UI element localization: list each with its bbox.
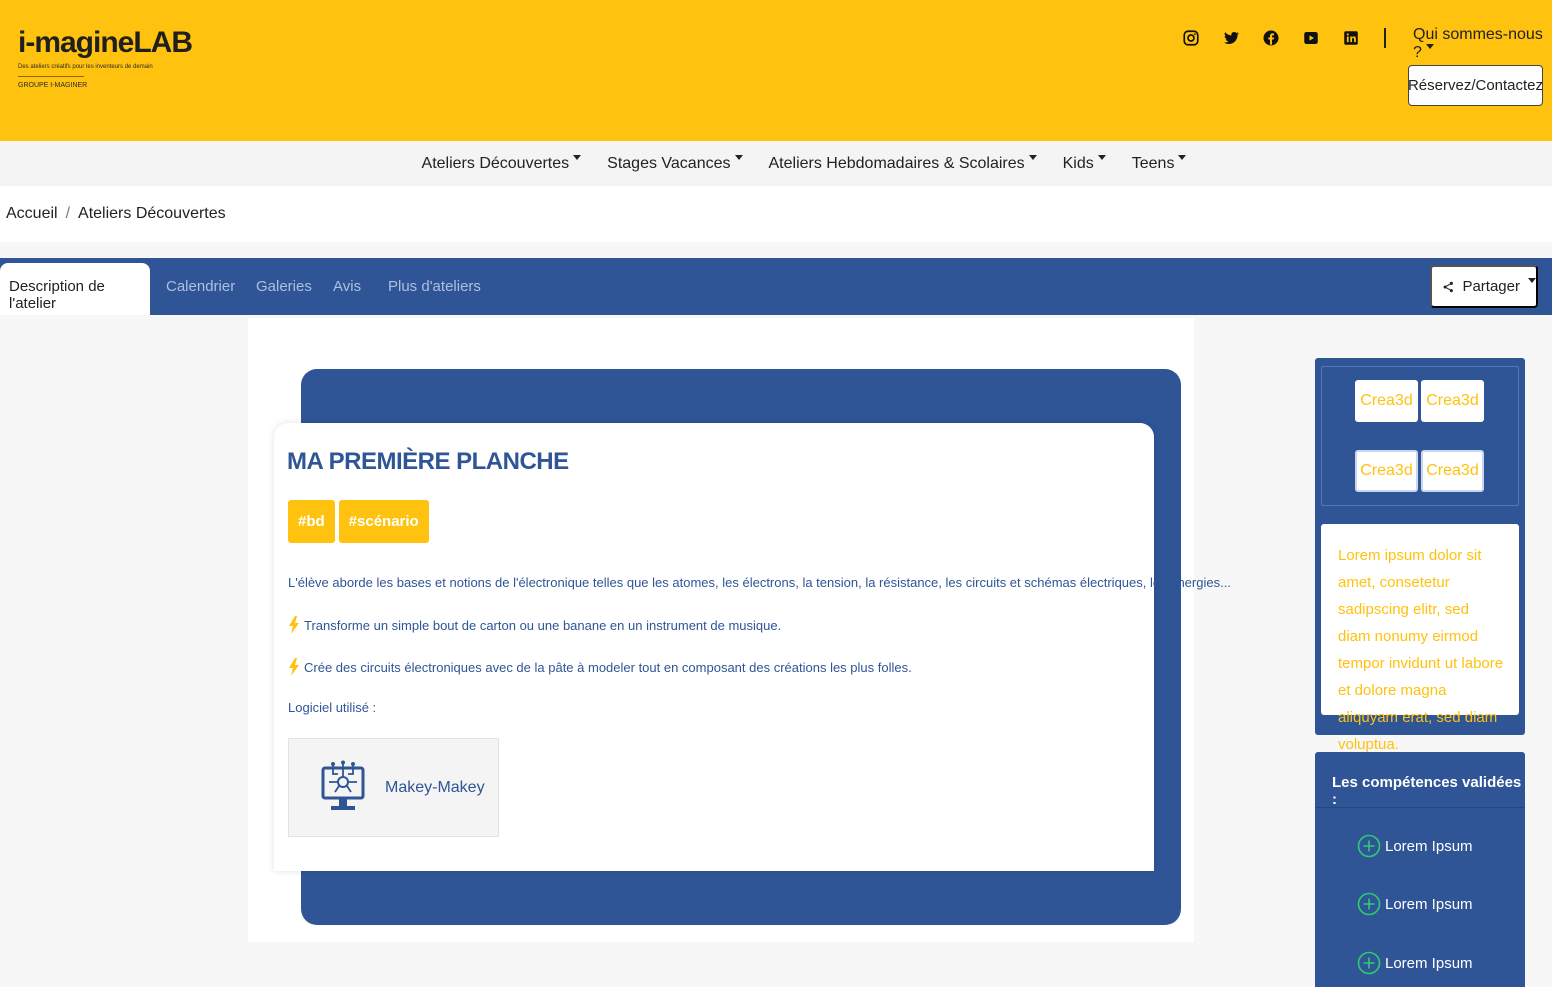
bullet-text: Crée des circuits électroniques avec de … [304,659,912,675]
tag-badge[interactable]: #bd [288,500,335,543]
skills-divider [1315,807,1525,808]
partner-logo[interactable]: Crea3d [1355,380,1418,422]
top-header: i-magineLAB Des ateliers créatifs pour l… [0,0,1552,141]
header-separator [1384,28,1386,48]
computer-circuit-icon [321,760,365,810]
linkedin-icon[interactable] [1340,27,1362,49]
tab-avis[interactable]: Avis [333,278,361,295]
nav-item-kids[interactable]: Kids [1063,155,1106,173]
nav-item-ateliers-decouvertes[interactable]: Ateliers Découvertes [422,155,582,173]
list-item: Crée des circuits électroniques avec de … [288,658,912,676]
nav-item-ateliers-hebdomadaires[interactable]: Ateliers Hebdomadaires & Scolaires [769,155,1037,173]
bullet-text: Transforme un simple bout de carton ou u… [304,617,782,633]
nav-item-teens[interactable]: Teens [1132,155,1187,173]
share-label: Partager [1462,278,1520,295]
share-icon [1443,281,1453,292]
plus-circle-icon [1357,834,1381,858]
chevron-down-icon [1425,44,1434,50]
workshop-title: MA PREMIÈRE PLANCHE [287,448,569,475]
skill-item: Lorem Ipsum [1357,892,1473,916]
skill-label: Lorem Ipsum [1385,895,1473,913]
sidebar-text: Lorem ipsum dolor sit amet, consetetur s… [1321,524,1519,753]
tag-badge[interactable]: #scénario [338,500,429,543]
software-card[interactable]: Makey-Makey [288,738,499,837]
chevron-down-icon [734,154,743,160]
logo-tagline: Des ateliers créatifs pour les inventeur… [18,64,153,70]
nav-item-stages-vacances[interactable]: Stages Vacances [607,154,743,173]
nav-item-label: Ateliers Hebdomadaires & Scolaires [768,154,1025,172]
tab-plus-ateliers[interactable]: Plus d'ateliers [388,278,481,295]
chevron-down-icon [1097,154,1106,160]
logo-group: GROUPE I-MAGINER [18,82,88,89]
facebook-icon[interactable] [1260,27,1282,49]
breadcrumb-current: Ateliers Découvertes [78,205,226,222]
skill-item: Lorem Ipsum [1357,951,1473,975]
skill-item: Lorem Ipsum [1357,834,1473,858]
nav-item-label: Ateliers Découvertes [421,154,570,172]
partner-logos [1321,366,1519,506]
list-item: Transforme un simple bout de carton ou u… [288,616,781,634]
contact-button[interactable]: Réservez/Contactez [1408,65,1543,106]
plus-circle-icon [1357,892,1381,916]
nav-item-label: Teens [1131,154,1175,172]
nav-item-label: Kids [1062,154,1094,172]
breadcrumb: Accueil / Ateliers Découvertes [0,186,1552,242]
share-button[interactable]: Partager [1430,265,1538,308]
tab-calendrier[interactable]: Calendrier [166,278,235,295]
plus-circle-icon [1357,951,1381,975]
chevron-down-icon [573,154,582,160]
skill-label: Lorem Ipsum [1385,954,1473,972]
logo-text: i-magineLAB [18,26,193,59]
tab-galeries[interactable]: Galeries [256,278,312,295]
skills-panel: Les compétences validées : Lorem Ipsum L… [1315,752,1525,987]
about-dropdown[interactable]: Qui sommes-nous ? [1413,26,1552,62]
twitter-icon[interactable] [1220,27,1242,49]
chevron-down-icon [1528,278,1536,283]
breadcrumb-separator: / [65,205,71,222]
partner-logo[interactable]: Crea3d [1421,450,1484,492]
skill-label: Lorem Ipsum [1385,837,1473,855]
tab-bar: Description de l'atelier Calendrier Gale… [0,258,1552,315]
partner-logo[interactable]: Crea3d [1421,380,1484,422]
chevron-down-icon [1028,154,1037,160]
lightning-icon [289,658,299,676]
breadcrumb-home[interactable]: Accueil [6,205,58,223]
lightning-icon [289,616,299,634]
youtube-icon[interactable] [1300,27,1322,49]
software-label: Logiciel utilisé : [288,700,377,715]
partners-panel: Crea3d Crea3d Crea3d Crea3d Lorem ipsum … [1315,358,1525,753]
nav-item-label: Stages Vacances [607,154,731,172]
software-name: Makey-Makey [385,778,485,796]
site-logo[interactable]: i-magineLAB Des ateliers créatifs pour l… [18,26,193,89]
logo-divider [18,76,84,77]
instagram-icon[interactable] [1180,27,1202,49]
workshop-description: L'élève aborde les bases et notions de l… [288,575,1231,590]
skills-title: Les compétences validées : [1332,774,1522,808]
main-nav: Ateliers Découvertes Stages Vacances Ate… [0,141,1552,186]
chevron-down-icon [1178,154,1187,160]
social-links [1180,27,1362,49]
partner-logo[interactable]: Crea3d [1355,450,1418,492]
tab-description[interactable]: Description de l'atelier [0,263,150,315]
tag-list: #bd #scénario [288,500,429,543]
